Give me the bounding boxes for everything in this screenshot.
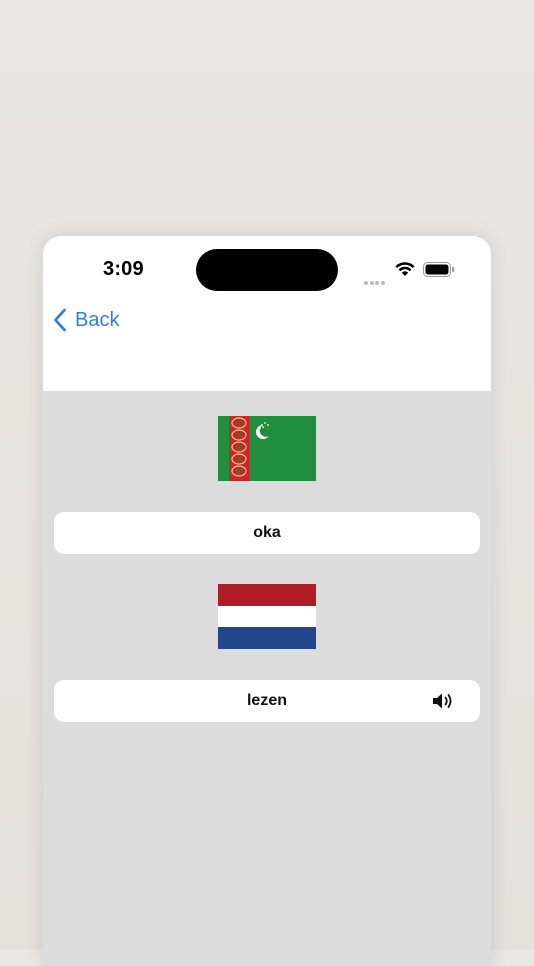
back-label: Back <box>75 308 120 331</box>
translation-content: oka lezen <box>43 391 491 966</box>
dynamic-island <box>196 249 338 291</box>
phone-frame: 3:09 Back oka lezen <box>43 236 491 966</box>
netherlands-flag <box>218 584 316 649</box>
wifi-icon <box>394 261 416 282</box>
back-button[interactable]: Back <box>53 308 119 332</box>
chevron-left-icon <box>54 308 66 332</box>
turkmenistan-flag <box>218 416 316 481</box>
speaker-icon[interactable] <box>432 691 456 716</box>
battery-icon <box>423 262 455 282</box>
source-word: oka <box>253 524 281 541</box>
navigation-bar: Back <box>43 296 491 391</box>
translation-word-card: lezen <box>54 680 480 722</box>
translation-word: lezen <box>246 692 287 709</box>
cellular-signal-icon <box>364 272 386 290</box>
status-time: 3:09 <box>103 258 144 280</box>
source-word-card: oka <box>54 512 480 554</box>
status-bar: 3:09 <box>43 236 491 296</box>
